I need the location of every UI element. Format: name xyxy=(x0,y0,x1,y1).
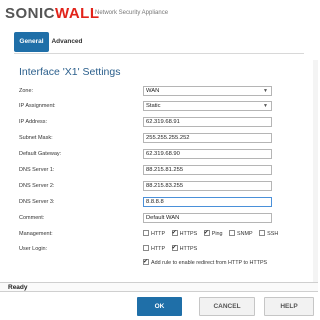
dns1-label: DNS Server 1: xyxy=(19,167,55,173)
user-login-http-option[interactable]: HTTP xyxy=(143,244,165,254)
checkbox-icon[interactable] xyxy=(229,229,236,236)
user-login-https-option[interactable]: HTTPS xyxy=(171,243,198,254)
status-bar: Ready xyxy=(0,282,318,292)
cancel-button[interactable]: CANCEL xyxy=(199,297,255,316)
comment-label: Comment: xyxy=(19,215,45,221)
management-http-option[interactable]: HTTP xyxy=(143,229,165,239)
zone-label: Zone: xyxy=(19,88,34,94)
help-button[interactable]: HELP xyxy=(264,297,314,316)
checkbox-icon[interactable] xyxy=(143,244,149,251)
ip-assignment-select[interactable]: Static ▼ xyxy=(143,101,272,111)
management-label: Management: xyxy=(19,231,53,237)
option-label: HTTPS xyxy=(179,246,198,252)
management-https-option[interactable]: HTTPS xyxy=(171,228,198,239)
user-login-label: User Login: xyxy=(19,246,48,252)
subnet-label: Subnet Mask: xyxy=(19,135,53,141)
checkbox-checked-icon[interactable] xyxy=(171,243,178,253)
management-options: HTTP HTTPS Ping SNMP SSH xyxy=(143,228,283,239)
ip-address-label: IP Address: xyxy=(19,119,48,125)
management-ssh-option[interactable]: SSH xyxy=(259,229,278,239)
tab-general[interactable]: General xyxy=(14,32,49,52)
scrollbar[interactable] xyxy=(313,60,318,285)
option-label: HTTP xyxy=(151,231,166,237)
zone-value: WAN xyxy=(146,88,160,94)
gateway-field[interactable]: 62.319.68.90 xyxy=(143,149,272,159)
dns2-field[interactable]: 88.215.83.255 xyxy=(143,181,272,191)
dns2-label: DNS Server 2: xyxy=(19,183,55,189)
ok-button[interactable]: OK xyxy=(137,297,182,316)
subnet-field[interactable]: 255.255.255.252 xyxy=(143,133,272,143)
checkbox-checked-icon[interactable] xyxy=(143,257,149,267)
option-label: Ping xyxy=(211,231,223,237)
header-subtitle: Network Security Appliance xyxy=(95,10,169,16)
option-label: SNMP xyxy=(237,231,253,237)
comment-field[interactable]: Default WAN xyxy=(143,213,272,223)
option-label: HTTP xyxy=(151,246,166,252)
logo-suffix: WALL xyxy=(55,5,100,22)
ip-assignment-value: Static xyxy=(146,103,161,109)
checkbox-icon[interactable] xyxy=(143,229,149,236)
management-ping-option[interactable]: Ping xyxy=(203,228,223,239)
dns3-field[interactable]: 8.8.8.8 xyxy=(143,197,272,207)
dns1-field[interactable]: 88.215.81.255 xyxy=(143,165,272,175)
chevron-down-icon: ▼ xyxy=(263,103,268,109)
logo-prefix: SONIC xyxy=(5,5,56,22)
checkbox-icon[interactable] xyxy=(259,229,266,236)
tab-advanced[interactable]: Advanced xyxy=(51,32,83,52)
user-login-options: HTTP HTTPS xyxy=(143,243,202,254)
option-label: HTTPS xyxy=(179,231,198,237)
redirect-option[interactable]: Add rule to enable redirect from HTTP to… xyxy=(143,257,268,268)
ip-address-field[interactable]: 62.319.68.91 xyxy=(143,117,272,127)
header: SONICWALL Network Security Appliance xyxy=(0,0,318,26)
panel-title: Interface 'X1' Settings xyxy=(19,66,121,78)
management-snmp-option[interactable]: SNMP xyxy=(229,229,253,239)
redirect-label: Add rule to enable redirect from HTTP to… xyxy=(151,260,268,266)
dns3-label: DNS Server 3: xyxy=(19,199,55,205)
sonicwall-logo: SONICWALL xyxy=(5,5,100,22)
status-text: Ready xyxy=(8,284,28,291)
ip-assignment-label: IP Assignment: xyxy=(19,103,56,109)
zone-select[interactable]: WAN ▼ xyxy=(143,86,272,96)
tab-divider xyxy=(14,53,304,54)
checkbox-checked-icon[interactable] xyxy=(203,228,210,238)
option-label: SSH xyxy=(267,231,279,237)
gateway-label: Default Gateway: xyxy=(19,151,62,157)
checkbox-checked-icon[interactable] xyxy=(171,228,178,238)
chevron-down-icon: ▼ xyxy=(263,88,268,94)
